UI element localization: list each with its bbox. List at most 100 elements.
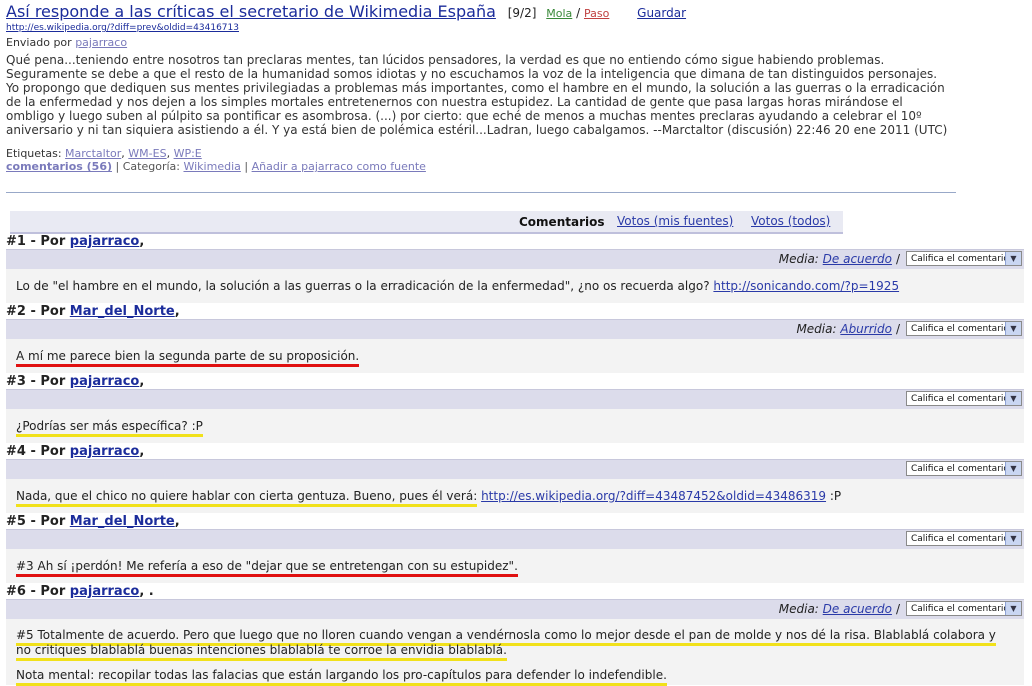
comment-header: #2 - Por Mar_del_Norte, [6,304,1024,320]
comments-tabs: Comentarios Votos (mis fuentes) Votos (t… [10,211,843,234]
comment-number: #1 - Por [6,234,66,249]
comment-text-line: #3 Ah sí ¡perdón! Me refería a eso de "d… [6,549,1024,577]
rate-comment-select[interactable]: Califica el comentario ▼ [906,391,1022,406]
tag-link[interactable]: Marctaltor [65,147,121,160]
tag-link[interactable]: WM-ES [128,147,166,160]
rate-label: Califica el comentario [911,324,1009,334]
media-rating: Media: De acuerdo / [779,252,900,266]
comment-number: #3 - Por [6,374,66,389]
chevron-down-icon[interactable]: ▼ [1005,252,1021,265]
comment-trail: , [139,234,145,249]
comment-header: #3 - Por pajarraco, [6,374,1024,390]
rate-label: Califica el comentario [911,604,1009,614]
tags-row: Etiquetas: Marctaltor, WM-ES, WP:E [6,147,202,160]
tab-votos-mis-fuentes[interactable]: Votos (mis fuentes) [617,214,733,228]
media-separator: / [895,322,900,336]
vote-separator: / [576,6,581,20]
comment-author-link[interactable]: Mar_del_Norte [70,514,175,529]
chevron-down-icon[interactable]: ▼ [1005,602,1021,615]
comment-text: Nada, que el chico no quiere hablar con … [16,489,478,507]
comment-link[interactable]: http://sonicando.com/?p=1925 [713,279,899,293]
sent-by: Enviado por pajarraco [6,36,966,49]
media-separator: / [895,252,900,266]
comment-rating-bar: Media: Aburrido / Califica el comentario ▼ [6,319,1024,339]
sent-by-user-link[interactable]: pajarraco [75,36,127,49]
comment-number: #5 - Por [6,514,66,529]
comment-text-line: Nota mental: recopilar todas las falacia… [6,658,1024,686]
rate-comment-select[interactable]: Califica el comentario ▼ [906,251,1022,266]
paso-vote-link[interactable]: Paso [584,7,609,20]
media-label: Media: [778,252,819,266]
media-label: Media: [778,602,819,616]
comment-author-link[interactable]: pajarraco [70,444,140,459]
chevron-down-icon[interactable]: ▼ [1005,392,1021,405]
comment-rating-bar: Califica el comentario ▼ [6,459,1024,479]
add-source-link[interactable]: Añadir a pajarraco como fuente [252,160,426,173]
comment-author-link[interactable]: pajarraco [70,374,140,389]
section-divider [6,192,956,193]
comment-trail: , [174,304,180,319]
chevron-down-icon[interactable]: ▼ [1005,532,1021,545]
comment-text: #3 Ah sí ¡perdón! Me refería a eso de "d… [16,559,518,577]
comment-text-line: Lo de "el hambre en el mundo, la solució… [6,269,1024,294]
tag-link[interactable]: WP:E [174,147,202,160]
title-row: Así responde a las críticas el secretari… [6,2,966,21]
category-link[interactable]: Wikimedia [183,160,240,173]
mola-vote-link[interactable]: Mola [546,7,572,20]
story-url-link[interactable]: http://es.wikipedia.org/?diff=prev&oldid… [6,23,966,33]
comment-text-line: #5 Totalmente de acuerdo. Pero que luego… [6,619,1024,661]
rate-comment-select[interactable]: Califica el comentario ▼ [906,321,1022,336]
media-value-link[interactable]: De acuerdo [823,252,892,266]
comment-text-line: A mí me parece bien la segunda parte de … [6,339,1024,367]
comment-number: #4 - Por [6,444,66,459]
comment-author-link[interactable]: Mar_del_Norte [70,304,175,319]
rate-comment-select[interactable]: Califica el comentario ▼ [906,601,1022,616]
comment-text-line: ¿Podrías ser más específica? :P [6,409,1024,437]
comment-header: #1 - Por pajarraco, [6,234,1024,250]
comment-body: Nada, que el chico no quiere hablar con … [6,479,1024,513]
story-body: Qué pena...teniendo entre nosotros tan p… [6,53,948,137]
media-rating: Media: Aburrido / [796,322,900,336]
comment-text: ¿Podrías ser más específica? :P [16,419,203,437]
comment-text: A mí me parece bien la segunda parte de … [16,349,360,367]
comment-body: #5 Totalmente de acuerdo. Pero que luego… [6,619,1024,686]
comments-count-link[interactable]: comentarios (56) [6,160,112,173]
comment-text-note: Nota mental: recopilar todas las falacia… [16,668,667,686]
sent-by-label: Enviado por [6,36,72,49]
comment-text: Lo de "el hambre en el mundo, la solució… [16,279,710,293]
comment-author-link[interactable]: pajarraco [70,234,140,249]
vote-score: [9/2] [507,6,537,20]
chevron-down-icon[interactable]: ▼ [1005,322,1021,335]
tab-votos-todos[interactable]: Votos (todos) [751,214,830,228]
comment-number: #6 - Por [6,584,66,599]
media-rating: Media: De acuerdo / [779,602,900,616]
comment-link[interactable]: http://es.wikipedia.org/?diff=43487452&o… [481,489,826,503]
comment-author-link[interactable]: pajarraco [70,584,140,599]
comment-number: #2 - Por [6,304,66,319]
guardar-link[interactable]: Guardar [637,6,686,20]
tab-comentarios[interactable]: Comentarios [519,215,605,229]
comment-trail: , [139,444,145,459]
comment-text: #5 Totalmente de acuerdo. Pero que luego… [16,628,996,661]
comment-trail: , . [139,584,154,599]
story-title-link[interactable]: Así responde a las críticas el secretari… [6,2,496,21]
rate-comment-select[interactable]: Califica el comentario ▼ [906,461,1022,476]
chevron-down-icon[interactable]: ▼ [1005,462,1021,475]
meta-separator: | [115,160,120,173]
comment-header: #4 - Por pajarraco, [6,444,1024,460]
media-label: Media: [796,322,837,336]
media-value-link[interactable]: Aburrido [840,322,892,336]
category-label: Categoría: [122,160,180,173]
comment-text-line: Nada, que el chico no quiere hablar con … [6,479,1024,507]
meta-row: comentarios (56) | Categoría: Wikimedia … [6,160,966,173]
comment-rating-bar: Califica el comentario ▼ [6,529,1024,549]
comment-trail: , [139,374,145,389]
meta-separator: | [244,160,249,173]
comment-header: #5 - Por Mar_del_Norte, [6,514,1024,530]
comment-rating-bar: Media: De acuerdo / Califica el comentari… [6,599,1024,619]
media-separator: / [895,602,900,616]
media-value-link[interactable]: De acuerdo [823,602,892,616]
comment-body: ¿Podrías ser más específica? :P [6,409,1024,443]
rate-comment-select[interactable]: Califica el comentario ▼ [906,531,1022,546]
comment-trail: , [174,514,180,529]
